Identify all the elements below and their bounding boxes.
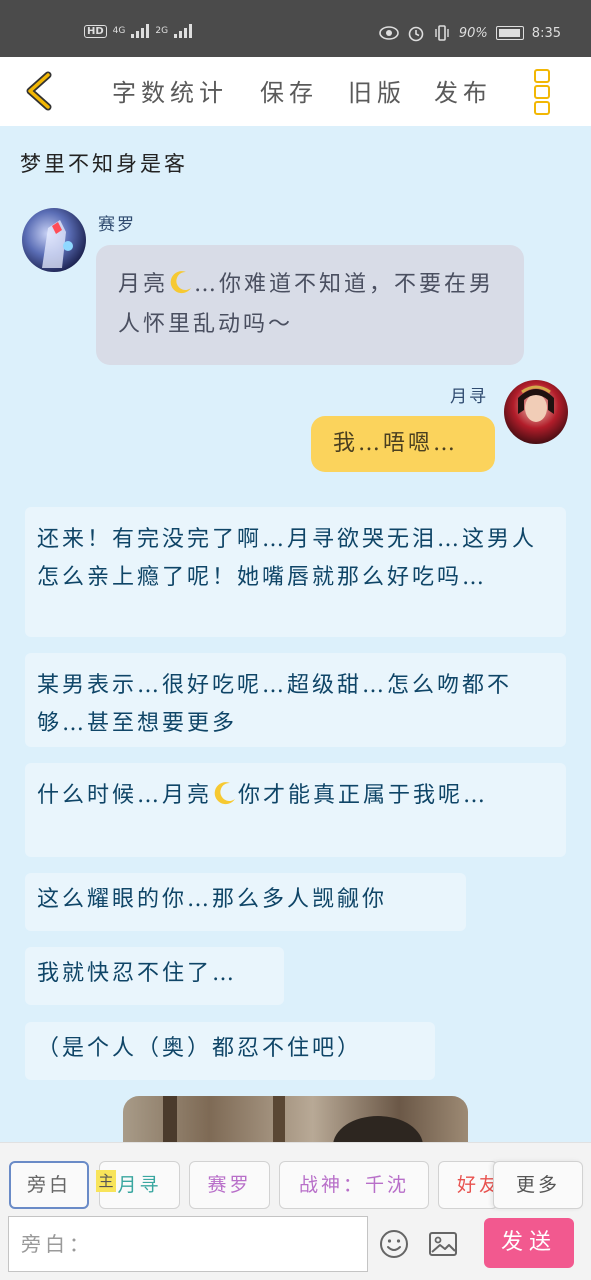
message-bubble-sailuo[interactable]: 月亮 …你难道不知道，不要在男人怀里乱动吗～ xyxy=(96,245,524,365)
word-count-button[interactable]: 字数统计 xyxy=(112,73,228,108)
composer-bar: 发送 xyxy=(0,1212,591,1280)
narration-block[interactable]: 某男表示…很好吃呢…超级甜…怎么吻都不够…甚至想要更多 xyxy=(25,653,566,747)
battery-icon xyxy=(495,26,524,40)
eye-icon xyxy=(379,26,399,40)
role-sailuo[interactable]: 赛罗 xyxy=(189,1161,270,1209)
role-friend[interactable]: 好友 xyxy=(438,1161,498,1209)
status-bar: HD 4G 2G 90% 8:35 xyxy=(0,0,591,57)
role-zhanshen[interactable]: 战神：千沈 xyxy=(279,1161,429,1209)
more-icon-dot-2 xyxy=(534,85,550,99)
old-version-button[interactable]: 旧版 xyxy=(348,73,406,108)
avatar-figure xyxy=(518,385,554,422)
avatar-sailuo[interactable] xyxy=(22,208,86,272)
publish-button[interactable]: 发布 xyxy=(434,73,492,108)
image-icon xyxy=(429,1232,457,1256)
narration-block[interactable]: 还来！有完没完了啊…月寻欲哭无泪…这男人怎么亲上瘾了呢！她嘴唇就那么好吃吗… xyxy=(25,507,566,637)
story-title: 梦里不知身是客 xyxy=(20,152,188,176)
narration-text-b: 你才能真正属于我呢… xyxy=(238,783,489,808)
story-image[interactable] xyxy=(123,1096,468,1142)
hd-badge: HD xyxy=(84,24,107,38)
save-button[interactable]: 保存 xyxy=(260,73,318,108)
send-button[interactable]: 发送 xyxy=(484,1218,574,1268)
crescent-moon-icon xyxy=(214,782,236,805)
signal-icon xyxy=(131,24,150,38)
network-2g-label: 2G xyxy=(155,26,169,36)
more-menu-button[interactable] xyxy=(534,69,554,115)
emoji-button[interactable] xyxy=(378,1228,410,1260)
role-selector: 旁白 月寻 主 赛罗 战神：千沈 好友 更多 xyxy=(0,1142,591,1213)
story-content[interactable]: 梦里不知身是客 赛罗 月亮 …你难道不知道，不要在男人怀里乱动吗～ 月寻 我…唔嗯… xyxy=(0,126,591,1142)
image-button[interactable] xyxy=(427,1228,459,1260)
avatar-figure xyxy=(42,220,73,268)
editor-toolbar: 字数统计 保存 旧版 发布 xyxy=(0,57,591,126)
narration-block[interactable]: （是个人（奥）都忍不住吧） xyxy=(25,1022,435,1080)
narration-text-a: 什么时候…月亮 xyxy=(37,783,213,808)
role-narrator[interactable]: 旁白 xyxy=(9,1161,89,1209)
message-input[interactable] xyxy=(8,1216,368,1272)
clock: 8:35 xyxy=(531,25,561,41)
avatar-yuexun[interactable] xyxy=(504,380,568,444)
alarm-icon xyxy=(408,26,424,42)
narration-block[interactable]: 什么时候…月亮 你才能真正属于我呢… xyxy=(25,763,566,857)
back-button[interactable] xyxy=(22,69,62,113)
network-4g-label: 4G xyxy=(112,26,126,36)
narration-block[interactable]: 我就快忍不住了… xyxy=(25,947,284,1005)
emoji-icon xyxy=(380,1230,408,1258)
main-role-badge: 主 xyxy=(96,1170,116,1192)
image-detail xyxy=(273,1096,285,1142)
message-bubble-yuexun[interactable]: 我…唔嗯… xyxy=(311,416,495,472)
battery-percent: 90% xyxy=(458,25,488,41)
speaker-name: 赛罗 xyxy=(98,215,136,235)
image-detail xyxy=(163,1096,177,1142)
more-roles-button[interactable]: 更多 xyxy=(493,1161,583,1209)
message-text-a: 月亮 xyxy=(118,272,169,297)
more-icon-dot-3 xyxy=(534,101,550,115)
more-icon xyxy=(534,69,550,83)
signal-icon-2 xyxy=(174,24,193,38)
back-icon xyxy=(26,71,52,111)
vibrate-icon xyxy=(435,25,449,41)
crescent-moon-icon xyxy=(170,271,192,294)
status-right: 90% 8:35 xyxy=(379,24,561,42)
image-detail xyxy=(333,1116,423,1142)
narration-block[interactable]: 这么耀眼的你…那么多人觊觎你 xyxy=(25,873,466,931)
speaker-name: 月寻 xyxy=(450,387,488,407)
status-left: HD 4G 2G xyxy=(84,24,193,38)
